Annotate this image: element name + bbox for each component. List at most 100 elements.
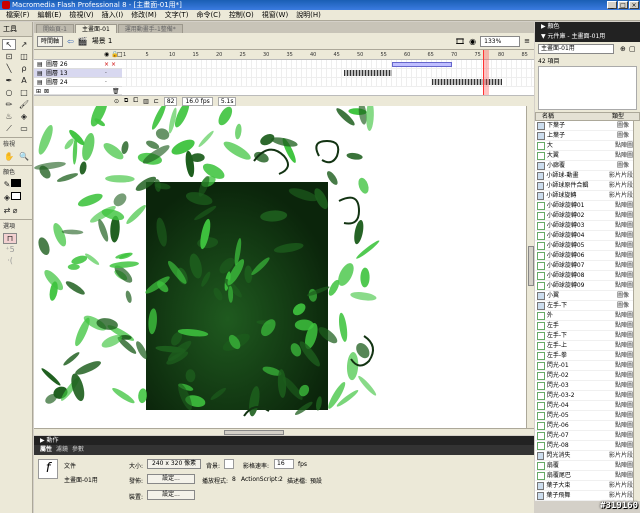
tab-start-page[interactable]: 開始頁-1	[36, 24, 74, 33]
library-item[interactable]: 葉子大束 影片片段	[535, 481, 633, 491]
library-item[interactable]: 閃光-05 點陣圖	[535, 411, 633, 421]
snap-magnet-icon[interactable]: ⊓	[3, 233, 17, 244]
layer-row-24[interactable]: ▤ 圖層 24 ·	[34, 78, 122, 87]
layer-row-13[interactable]: ▤ 圖層 13 ·	[34, 69, 122, 78]
timeline-toggle-button[interactable]: 時間軸	[37, 35, 64, 47]
library-item[interactable]: 閃光-06 點陣圖	[535, 421, 633, 431]
swap-colors-icon[interactable]: ⇄	[3, 205, 11, 216]
library-item[interactable]: 小廊覆 圖像	[535, 161, 633, 171]
pencil-tool-icon[interactable]: ✏	[2, 99, 16, 110]
frames-layer-13[interactable]	[122, 69, 534, 78]
library-item[interactable]: 閃光消失 影片片段	[535, 451, 633, 461]
column-type[interactable]: 類型	[606, 113, 624, 120]
edit-multiple-icon[interactable]: ▥	[143, 98, 149, 105]
library-item[interactable]: 扇覆 點陣圖	[535, 461, 633, 471]
no-color-icon[interactable]: ⌀	[11, 205, 19, 216]
layer-row-26[interactable]: ▤ 圖層 26 × ×	[34, 60, 122, 69]
brush-tool-icon[interactable]: 🖌	[17, 99, 31, 110]
actions-panel-bar[interactable]: ▶ 動作	[34, 436, 534, 445]
stage-canvas[interactable]	[146, 182, 328, 410]
library-scrollbar[interactable]	[633, 121, 640, 501]
scroll-thumb[interactable]	[224, 430, 284, 435]
menu-window[interactable]: 視窗(W)	[258, 10, 292, 21]
fill-color-swatch[interactable]	[11, 192, 21, 200]
library-item[interactable]: 外 點陣圖	[535, 311, 633, 321]
keyframe-run[interactable]	[344, 70, 392, 76]
onion-markers-icon[interactable]: ⊏	[154, 98, 159, 105]
tab-motion-prep[interactable]: 運用動畫手-1整備*	[117, 24, 183, 33]
ink-bottle-icon[interactable]: ♨	[2, 111, 16, 122]
publish-settings-button[interactable]: 設定...	[147, 474, 195, 484]
close-button[interactable]: ×	[629, 1, 639, 9]
column-name[interactable]: 名稱	[536, 113, 606, 120]
back-arrow-icon[interactable]: ⇦	[67, 37, 74, 46]
library-item[interactable]: 上葉子 圖像	[535, 131, 633, 141]
layer-hide-icon[interactable]: ×	[104, 60, 109, 69]
keyframe-run[interactable]	[432, 79, 502, 85]
menu-view[interactable]: 檢視(V)	[65, 10, 97, 21]
menu-help[interactable]: 說明(H)	[292, 10, 325, 21]
frame-rate-field[interactable]: 16	[274, 459, 294, 469]
new-library-icon[interactable]: ▢	[629, 45, 636, 53]
menu-insert[interactable]: 插入(I)	[98, 10, 128, 21]
library-item[interactable]: 閃光-07 點陣圖	[535, 431, 633, 441]
library-item[interactable]: 扇覆尾巴 點陣圖	[535, 471, 633, 481]
library-item[interactable]: 小師球旋轉02 點陣圖	[535, 211, 633, 221]
onion-outline-icon[interactable]: ⧠	[133, 97, 138, 105]
library-item[interactable]: 大 點陣圖	[535, 141, 633, 151]
menu-file[interactable]: 檔案(F)	[2, 10, 34, 21]
free-transform-icon[interactable]: ⊡	[2, 51, 16, 62]
stage-horizontal-scrollbar[interactable]	[34, 428, 534, 435]
zoom-select[interactable]: 133%	[480, 35, 521, 47]
tab-filters[interactable]: 濾鏡	[56, 445, 68, 455]
layer-lock-icon[interactable]: ×	[111, 60, 116, 69]
library-item[interactable]: 葉子飛舞 影片片段	[535, 491, 633, 501]
background-swatch[interactable]	[224, 459, 234, 469]
layer-visible-dot[interactable]: ·	[105, 69, 107, 78]
layer-visible-dot[interactable]: ·	[105, 78, 107, 87]
library-item[interactable]: 閃光-04 點陣圖	[535, 401, 633, 411]
lasso-tool-icon[interactable]: ρ	[17, 63, 31, 74]
library-item[interactable]: 小師球旋轉03 點陣圖	[535, 221, 633, 231]
library-panel-bar[interactable]: ▼ 元件庫 - 主畫面-01用	[535, 32, 640, 42]
eye-icon[interactable]: ◉	[104, 51, 109, 58]
menu-edit[interactable]: 編輯(E)	[34, 10, 66, 21]
minimize-button[interactable]: _	[607, 1, 617, 9]
library-item[interactable]: 左手-拳 點陣圖	[535, 351, 633, 361]
selection-tool-icon[interactable]: ↖	[2, 39, 16, 50]
tab-parameters[interactable]: 參數	[72, 445, 84, 455]
library-item[interactable]: 左手-下 點陣圖	[535, 331, 633, 341]
panel-menu-icon[interactable]: ≡	[524, 37, 534, 45]
menu-modify[interactable]: 修改(M)	[127, 10, 161, 21]
library-item[interactable]: 小師球旋轉09 點陣圖	[535, 281, 633, 291]
library-item[interactable]: 小師球旋轉 影片片段	[535, 191, 633, 201]
stage-artwork[interactable]	[34, 106, 526, 428]
color-panel-bar[interactable]: ▶ 顏色	[535, 22, 640, 32]
hand-tool-icon[interactable]: ✋	[2, 151, 16, 162]
library-item[interactable]: 閃光-02 點陣圖	[535, 371, 633, 381]
eyedropper-icon[interactable]: ⟋	[2, 123, 16, 134]
library-item[interactable]: 小師球旋轉05 點陣圖	[535, 241, 633, 251]
playhead[interactable]	[483, 50, 489, 95]
library-item[interactable]: 左手-上 點陣圖	[535, 341, 633, 351]
library-item[interactable]: 大翼 點陣圖	[535, 151, 633, 161]
menu-text[interactable]: 文字(T)	[161, 10, 193, 21]
library-item[interactable]: 閃光-08 點陣圖	[535, 441, 633, 451]
library-item[interactable]: 小師球旋轉04 點陣圖	[535, 231, 633, 241]
center-frame-icon[interactable]: ⊙	[114, 98, 119, 105]
rectangle-tool-icon[interactable]: □	[17, 87, 31, 98]
library-item[interactable]: 小師球旋轉06 點陣圖	[535, 251, 633, 261]
stroke-color-swatch[interactable]	[11, 179, 21, 187]
library-item[interactable]: 小師球旋轉08 點陣圖	[535, 271, 633, 281]
device-settings-button[interactable]: 設定...	[147, 490, 195, 500]
smooth-option-icon[interactable]: ⁺5 ·(	[3, 244, 17, 265]
stage-area[interactable]	[34, 106, 526, 428]
library-item[interactable]: 下葉子 圖像	[535, 121, 633, 131]
library-item[interactable]: 左手-下 圖像	[535, 301, 633, 311]
edit-symbol-icon[interactable]: ◉	[469, 37, 476, 46]
library-item[interactable]: 閃光-01 點陣圖	[535, 361, 633, 371]
menu-commands[interactable]: 命令(C)	[192, 10, 224, 21]
frames-layer-24[interactable]	[122, 78, 534, 87]
library-item[interactable]: 閃光-03-2 點陣圖	[535, 391, 633, 401]
library-item[interactable]: 小翼 圖像	[535, 291, 633, 301]
